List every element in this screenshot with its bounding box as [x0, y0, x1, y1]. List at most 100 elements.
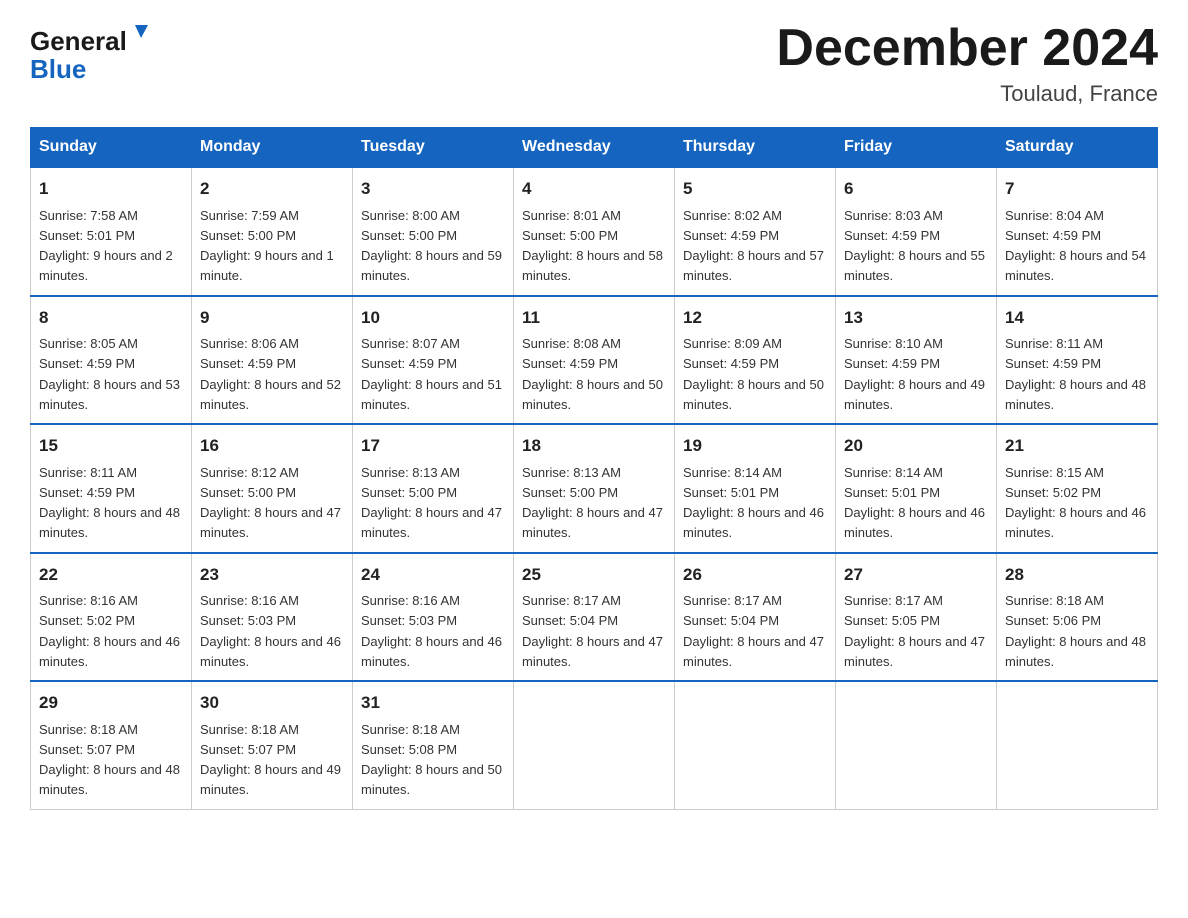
day-info: Sunrise: 8:14 AMSunset: 5:01 PMDaylight:… [683, 465, 824, 541]
day-info: Sunrise: 8:10 AMSunset: 4:59 PMDaylight:… [844, 336, 985, 412]
calendar-cell: 28 Sunrise: 8:18 AMSunset: 5:06 PMDaylig… [997, 553, 1158, 682]
day-info: Sunrise: 8:13 AMSunset: 5:00 PMDaylight:… [361, 465, 502, 541]
day-number: 24 [361, 562, 505, 588]
calendar-cell: 16 Sunrise: 8:12 AMSunset: 5:00 PMDaylig… [192, 424, 353, 553]
day-info: Sunrise: 8:16 AMSunset: 5:03 PMDaylight:… [361, 593, 502, 669]
month-title: December 2024 [776, 20, 1158, 77]
day-info: Sunrise: 8:16 AMSunset: 5:02 PMDaylight:… [39, 593, 180, 669]
day-info: Sunrise: 8:00 AMSunset: 5:00 PMDaylight:… [361, 208, 502, 284]
day-number: 7 [1005, 176, 1149, 202]
calendar-cell [836, 681, 997, 809]
weekday-header-tuesday: Tuesday [353, 128, 514, 168]
calendar-table: SundayMondayTuesdayWednesdayThursdayFrid… [30, 127, 1158, 810]
calendar-cell: 6 Sunrise: 8:03 AMSunset: 4:59 PMDayligh… [836, 167, 997, 296]
calendar-cell: 23 Sunrise: 8:16 AMSunset: 5:03 PMDaylig… [192, 553, 353, 682]
day-number: 29 [39, 690, 183, 716]
day-number: 27 [844, 562, 988, 588]
week-row-2: 8 Sunrise: 8:05 AMSunset: 4:59 PMDayligh… [31, 296, 1158, 425]
day-number: 1 [39, 176, 183, 202]
weekday-header-saturday: Saturday [997, 128, 1158, 168]
day-number: 22 [39, 562, 183, 588]
day-number: 5 [683, 176, 827, 202]
day-number: 18 [522, 433, 666, 459]
day-info: Sunrise: 7:58 AMSunset: 5:01 PMDaylight:… [39, 208, 173, 284]
day-info: Sunrise: 8:05 AMSunset: 4:59 PMDaylight:… [39, 336, 180, 412]
day-number: 26 [683, 562, 827, 588]
calendar-cell: 10 Sunrise: 8:07 AMSunset: 4:59 PMDaylig… [353, 296, 514, 425]
day-number: 21 [1005, 433, 1149, 459]
weekday-header-thursday: Thursday [675, 128, 836, 168]
day-info: Sunrise: 8:04 AMSunset: 4:59 PMDaylight:… [1005, 208, 1146, 284]
day-info: Sunrise: 8:06 AMSunset: 4:59 PMDaylight:… [200, 336, 341, 412]
day-info: Sunrise: 8:09 AMSunset: 4:59 PMDaylight:… [683, 336, 824, 412]
calendar-cell: 25 Sunrise: 8:17 AMSunset: 5:04 PMDaylig… [514, 553, 675, 682]
calendar-cell [675, 681, 836, 809]
title-section: December 2024 Toulaud, France [776, 20, 1158, 107]
calendar-cell: 17 Sunrise: 8:13 AMSunset: 5:00 PMDaylig… [353, 424, 514, 553]
day-info: Sunrise: 8:17 AMSunset: 5:04 PMDaylight:… [522, 593, 663, 669]
day-number: 20 [844, 433, 988, 459]
day-info: Sunrise: 8:18 AMSunset: 5:08 PMDaylight:… [361, 722, 502, 798]
logo: General Blue [30, 20, 160, 85]
day-number: 4 [522, 176, 666, 202]
day-number: 12 [683, 305, 827, 331]
day-number: 23 [200, 562, 344, 588]
calendar-cell: 19 Sunrise: 8:14 AMSunset: 5:01 PMDaylig… [675, 424, 836, 553]
day-number: 31 [361, 690, 505, 716]
calendar-cell: 4 Sunrise: 8:01 AMSunset: 5:00 PMDayligh… [514, 167, 675, 296]
calendar-cell: 24 Sunrise: 8:16 AMSunset: 5:03 PMDaylig… [353, 553, 514, 682]
day-info: Sunrise: 8:18 AMSunset: 5:07 PMDaylight:… [39, 722, 180, 798]
day-info: Sunrise: 8:17 AMSunset: 5:04 PMDaylight:… [683, 593, 824, 669]
calendar-cell: 18 Sunrise: 8:13 AMSunset: 5:00 PMDaylig… [514, 424, 675, 553]
week-row-3: 15 Sunrise: 8:11 AMSunset: 4:59 PMDaylig… [31, 424, 1158, 553]
calendar-cell: 3 Sunrise: 8:00 AMSunset: 5:00 PMDayligh… [353, 167, 514, 296]
svg-text:Blue: Blue [30, 54, 86, 84]
day-number: 13 [844, 305, 988, 331]
day-number: 17 [361, 433, 505, 459]
calendar-cell: 11 Sunrise: 8:08 AMSunset: 4:59 PMDaylig… [514, 296, 675, 425]
day-number: 28 [1005, 562, 1149, 588]
day-number: 3 [361, 176, 505, 202]
calendar-cell: 9 Sunrise: 8:06 AMSunset: 4:59 PMDayligh… [192, 296, 353, 425]
day-number: 16 [200, 433, 344, 459]
week-row-1: 1 Sunrise: 7:58 AMSunset: 5:01 PMDayligh… [31, 167, 1158, 296]
weekday-header-friday: Friday [836, 128, 997, 168]
weekday-header-sunday: Sunday [31, 128, 192, 168]
day-number: 11 [522, 305, 666, 331]
day-info: Sunrise: 8:11 AMSunset: 4:59 PMDaylight:… [39, 465, 180, 541]
calendar-cell: 1 Sunrise: 7:58 AMSunset: 5:01 PMDayligh… [31, 167, 192, 296]
calendar-cell: 22 Sunrise: 8:16 AMSunset: 5:02 PMDaylig… [31, 553, 192, 682]
weekday-header-monday: Monday [192, 128, 353, 168]
calendar-cell: 14 Sunrise: 8:11 AMSunset: 4:59 PMDaylig… [997, 296, 1158, 425]
week-row-4: 22 Sunrise: 8:16 AMSunset: 5:02 PMDaylig… [31, 553, 1158, 682]
day-number: 25 [522, 562, 666, 588]
calendar-cell: 7 Sunrise: 8:04 AMSunset: 4:59 PMDayligh… [997, 167, 1158, 296]
day-info: Sunrise: 8:12 AMSunset: 5:00 PMDaylight:… [200, 465, 341, 541]
calendar-cell: 12 Sunrise: 8:09 AMSunset: 4:59 PMDaylig… [675, 296, 836, 425]
day-info: Sunrise: 8:01 AMSunset: 5:00 PMDaylight:… [522, 208, 663, 284]
day-number: 14 [1005, 305, 1149, 331]
calendar-cell [514, 681, 675, 809]
day-number: 10 [361, 305, 505, 331]
svg-text:General: General [30, 26, 127, 56]
day-info: Sunrise: 8:03 AMSunset: 4:59 PMDaylight:… [844, 208, 985, 284]
page-header: General Blue December 2024 Toulaud, Fran… [30, 20, 1158, 107]
day-info: Sunrise: 8:18 AMSunset: 5:06 PMDaylight:… [1005, 593, 1146, 669]
day-info: Sunrise: 8:13 AMSunset: 5:00 PMDaylight:… [522, 465, 663, 541]
day-info: Sunrise: 8:08 AMSunset: 4:59 PMDaylight:… [522, 336, 663, 412]
location: Toulaud, France [776, 81, 1158, 107]
day-info: Sunrise: 8:17 AMSunset: 5:05 PMDaylight:… [844, 593, 985, 669]
calendar-cell: 30 Sunrise: 8:18 AMSunset: 5:07 PMDaylig… [192, 681, 353, 809]
day-info: Sunrise: 7:59 AMSunset: 5:00 PMDaylight:… [200, 208, 334, 284]
calendar-cell: 26 Sunrise: 8:17 AMSunset: 5:04 PMDaylig… [675, 553, 836, 682]
calendar-cell: 15 Sunrise: 8:11 AMSunset: 4:59 PMDaylig… [31, 424, 192, 553]
day-number: 6 [844, 176, 988, 202]
day-info: Sunrise: 8:15 AMSunset: 5:02 PMDaylight:… [1005, 465, 1146, 541]
day-number: 9 [200, 305, 344, 331]
calendar-cell: 31 Sunrise: 8:18 AMSunset: 5:08 PMDaylig… [353, 681, 514, 809]
day-info: Sunrise: 8:16 AMSunset: 5:03 PMDaylight:… [200, 593, 341, 669]
day-info: Sunrise: 8:02 AMSunset: 4:59 PMDaylight:… [683, 208, 824, 284]
day-info: Sunrise: 8:07 AMSunset: 4:59 PMDaylight:… [361, 336, 502, 412]
calendar-cell: 21 Sunrise: 8:15 AMSunset: 5:02 PMDaylig… [997, 424, 1158, 553]
calendar-cell [997, 681, 1158, 809]
